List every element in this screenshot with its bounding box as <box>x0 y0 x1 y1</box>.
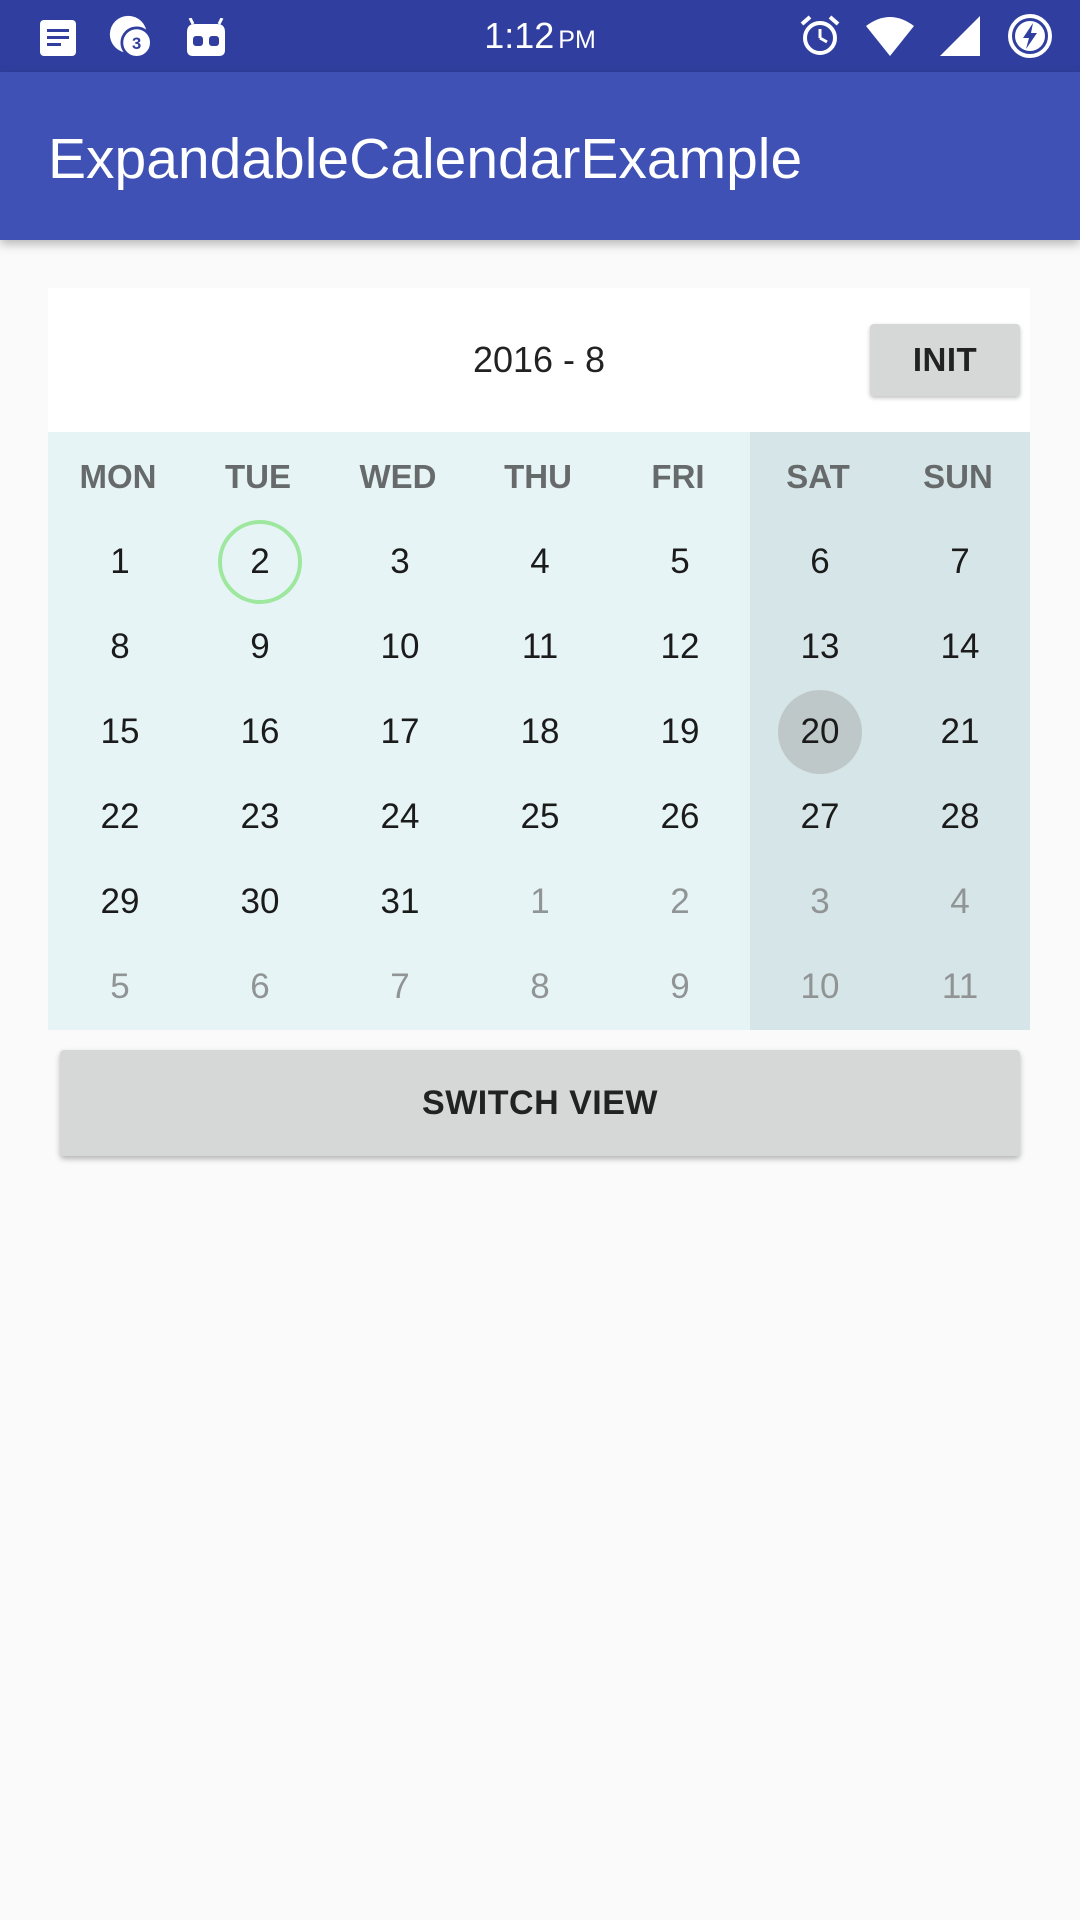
day-cell[interactable]: 1 <box>498 860 582 944</box>
day-cell[interactable]: 15 <box>78 690 162 774</box>
calendar-grid: MON TUE WED THU FRI SAT SUN 1 2 3 4 5 6 7 8 9 10 11 12 13 14… <box>48 432 1030 1030</box>
weekday-header-fri: FRI <box>651 458 705 495</box>
clock-time: 1:12 <box>484 15 555 56</box>
day-cell[interactable]: 7 <box>918 520 1002 604</box>
day-cell[interactable]: 16 <box>218 690 302 774</box>
weekday-header-sun: SUN <box>923 458 993 495</box>
day-cell[interactable]: 3 <box>778 860 862 944</box>
day-cell[interactable]: 7 <box>358 945 442 1029</box>
day-cell[interactable]: 13 <box>778 605 862 689</box>
day-cell[interactable]: 23 <box>218 775 302 859</box>
battery-charging-icon <box>1006 12 1054 60</box>
day-cell[interactable]: 5 <box>78 945 162 1029</box>
day-cell[interactable]: 6 <box>218 945 302 1029</box>
day-cell[interactable]: 1 <box>78 520 162 604</box>
switch-view-button[interactable]: SWITCH VIEW <box>60 1050 1020 1156</box>
day-cell[interactable]: 12 <box>638 605 722 689</box>
day-cell[interactable]: 27 <box>778 775 862 859</box>
weekday-header-tue: TUE <box>225 458 291 495</box>
day-cell[interactable]: 8 <box>498 945 582 1029</box>
day-cell[interactable]: 31 <box>358 860 442 944</box>
selected-day-cell[interactable]: 20 <box>778 690 862 774</box>
weekday-header-thu: THU <box>504 458 572 495</box>
day-cell[interactable]: 28 <box>918 775 1002 859</box>
day-cell[interactable]: 29 <box>78 860 162 944</box>
day-cell[interactable]: 4 <box>498 520 582 604</box>
signal-icon <box>936 12 984 60</box>
calendar-header: 2016 - 8 INIT <box>48 288 1030 432</box>
day-cell[interactable]: 9 <box>218 605 302 689</box>
day-cell[interactable]: 21 <box>918 690 1002 774</box>
weekday-header-wed: WED <box>359 458 437 495</box>
app-bar: ExpandableCalendarExample <box>0 72 1080 240</box>
day-cell[interactable]: 26 <box>638 775 722 859</box>
day-cell[interactable]: 30 <box>218 860 302 944</box>
day-cell[interactable]: 19 <box>638 690 722 774</box>
day-cell[interactable]: 3 <box>358 520 442 604</box>
day-cell[interactable]: 2 <box>638 860 722 944</box>
day-cell[interactable]: 17 <box>358 690 442 774</box>
day-cell[interactable]: 4 <box>918 860 1002 944</box>
wifi-icon <box>866 12 914 60</box>
day-cell[interactable]: 18 <box>498 690 582 774</box>
weekday-header-mon: MON <box>79 458 157 495</box>
day-cell[interactable]: 11 <box>918 945 1002 1029</box>
today-day-cell[interactable]: 2 <box>218 520 302 604</box>
system-icons <box>796 12 1054 60</box>
day-cell[interactable]: 14 <box>918 605 1002 689</box>
weekday-header-sat: SAT <box>786 458 850 495</box>
alarm-icon <box>796 12 844 60</box>
day-cell[interactable]: 24 <box>358 775 442 859</box>
day-cell[interactable]: 6 <box>778 520 862 604</box>
day-cell[interactable]: 11 <box>498 605 582 689</box>
clock-ampm: PM <box>558 26 596 54</box>
day-cell[interactable]: 22 <box>78 775 162 859</box>
day-cell[interactable]: 8 <box>78 605 162 689</box>
day-cell[interactable]: 9 <box>638 945 722 1029</box>
day-cell[interactable]: 25 <box>498 775 582 859</box>
status-bar: 3 1:12 PM <box>0 0 1080 72</box>
day-cell[interactable]: 10 <box>778 945 862 1029</box>
app-title: ExpandableCalendarExample <box>48 127 803 191</box>
day-cell[interactable]: 10 <box>358 605 442 689</box>
init-button[interactable]: INIT <box>870 324 1020 396</box>
day-cell[interactable]: 5 <box>638 520 722 604</box>
